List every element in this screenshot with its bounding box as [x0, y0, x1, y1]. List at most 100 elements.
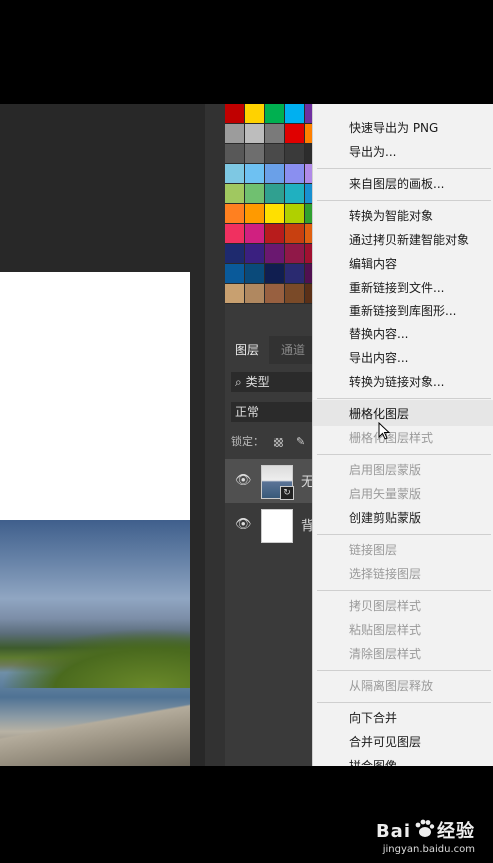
watermark-brand: Bai: [375, 820, 411, 842]
search-icon: ⌕: [235, 375, 242, 389]
color-swatch[interactable]: [285, 124, 305, 144]
layer-filter-kind[interactable]: ⌕ 类型: [231, 372, 325, 392]
menu-item-link-layers[interactable]: 链接图层: [349, 540, 397, 560]
color-swatch[interactable]: [245, 224, 265, 244]
layer-filter-label: 类型: [245, 375, 270, 389]
menu-item-create-clipping-mask[interactable]: 创建剪贴蒙版: [349, 508, 421, 528]
menu-separator: [317, 702, 491, 703]
document-canvas-white: [0, 272, 190, 520]
menu-item-release-from-isolation[interactable]: 从隔离图层释放: [349, 676, 433, 696]
color-swatch[interactable]: [225, 204, 245, 224]
canvas-area[interactable]: [0, 104, 205, 766]
menu-item-enable-vector-mask[interactable]: 启用矢量蒙版: [349, 484, 421, 504]
photo-shore: [0, 696, 190, 766]
menu-item-clear-layer-style[interactable]: 清除图层样式: [349, 644, 421, 664]
menu-item-rasterize-layer-style[interactable]: 栅格化图层样式: [349, 428, 433, 448]
baidu-jingyan-watermark: Bai 经验 jingyan.baidu.com: [375, 817, 475, 855]
color-swatch[interactable]: [265, 264, 285, 284]
color-swatch[interactable]: [285, 104, 305, 124]
layer-thumbnail: ↻: [261, 465, 294, 500]
menu-item-flatten-image[interactable]: 拼合图像: [349, 756, 397, 766]
layer-thumbnail: [261, 509, 293, 543]
color-swatch[interactable]: [245, 284, 265, 304]
tab-layers[interactable]: 图层: [225, 336, 270, 364]
color-swatch[interactable]: [245, 104, 265, 124]
menu-separator: [317, 534, 491, 535]
menu-separator: [317, 590, 491, 591]
menu-item-copy-layer-style[interactable]: 拷贝图层样式: [349, 596, 421, 616]
color-swatch[interactable]: [265, 184, 285, 204]
lock-label: 锁定：: [231, 435, 264, 448]
color-swatch[interactable]: [265, 244, 285, 264]
color-swatch[interactable]: [285, 284, 305, 304]
color-swatch[interactable]: [225, 144, 245, 164]
lock-transparent-pixels-icon[interactable]: [273, 437, 283, 447]
panel-separator: [205, 104, 225, 766]
menu-item-relink-to-library-graphic[interactable]: 重新链接到库图形...: [349, 301, 456, 321]
photoshop-screen: 图层 通道 ⌕ 类型 正常 锁定： ✎ 👁 ↻ 无 👁 背 快速导出为 PNG …: [0, 104, 493, 766]
color-swatch[interactable]: [225, 124, 245, 144]
menu-item-merge-down[interactable]: 向下合并: [349, 708, 397, 728]
paw-icon: [413, 819, 435, 844]
menu-item-edit-contents[interactable]: 编辑内容: [349, 254, 397, 274]
eye-icon[interactable]: 👁: [235, 473, 252, 488]
menu-item-merge-visible[interactable]: 合并可见图层: [349, 732, 421, 752]
color-swatch[interactable]: [285, 164, 305, 184]
color-swatch[interactable]: [285, 144, 305, 164]
color-swatch[interactable]: [245, 124, 265, 144]
photo-hill: [0, 628, 190, 688]
menu-separator: [317, 454, 491, 455]
color-swatch[interactable]: [285, 204, 305, 224]
color-swatch[interactable]: [285, 184, 305, 204]
menu-item-rasterize-layer[interactable]: 栅格化图层: [349, 404, 409, 424]
color-swatch[interactable]: [225, 224, 245, 244]
menu-item-artboard-from-layers[interactable]: 来自图层的画板...: [349, 174, 444, 194]
color-swatch[interactable]: [265, 124, 285, 144]
swatches-panel[interactable]: [225, 104, 325, 304]
color-swatch[interactable]: [225, 264, 245, 284]
color-swatch[interactable]: [265, 224, 285, 244]
lock-brush-icon[interactable]: ✎: [296, 435, 305, 448]
color-swatch[interactable]: [265, 204, 285, 224]
color-swatch[interactable]: [285, 264, 305, 284]
layer-context-menu: 快速导出为 PNG 导出为... 来自图层的画板... 转换为智能对象 通过拷贝…: [312, 104, 493, 766]
color-swatch[interactable]: [225, 184, 245, 204]
color-swatch[interactable]: [225, 104, 245, 124]
color-swatch[interactable]: [245, 204, 265, 224]
color-swatch[interactable]: [225, 244, 245, 264]
color-swatch[interactable]: [245, 244, 265, 264]
blend-mode-select[interactable]: 正常: [231, 402, 325, 422]
menu-item-select-linked-layers[interactable]: 选择链接图层: [349, 564, 421, 584]
color-swatch[interactable]: [225, 164, 245, 184]
color-swatch[interactable]: [245, 164, 265, 184]
menu-item-convert-to-smart-object[interactable]: 转换为智能对象: [349, 206, 433, 226]
menu-separator: [317, 200, 491, 201]
menu-item-relink-to-file[interactable]: 重新链接到文件...: [349, 278, 444, 298]
menu-item-paste-layer-style[interactable]: 粘贴图层样式: [349, 620, 421, 640]
watermark-suffix: 经验: [437, 820, 475, 842]
smart-object-icon: ↻: [280, 486, 294, 500]
menu-separator: [317, 670, 491, 671]
menu-item-export-contents[interactable]: 导出内容...: [349, 348, 408, 368]
color-swatch[interactable]: [285, 224, 305, 244]
menu-separator: [317, 168, 491, 169]
menu-item-enable-layer-mask[interactable]: 启用图层蒙版: [349, 460, 421, 480]
menu-item-convert-to-linked[interactable]: 转换为链接对象...: [349, 372, 444, 392]
menu-separator: [317, 398, 491, 399]
eye-icon[interactable]: 👁: [235, 517, 252, 532]
menu-item-replace-contents[interactable]: 替换内容...: [349, 324, 408, 344]
menu-item-new-smart-object-via-copy[interactable]: 通过拷贝新建智能对象: [349, 230, 469, 250]
menu-item-quick-export-png[interactable]: 快速导出为 PNG: [349, 118, 438, 138]
color-swatch[interactable]: [265, 104, 285, 124]
color-swatch[interactable]: [225, 284, 245, 304]
color-swatch[interactable]: [265, 284, 285, 304]
watermark-site: jingyan.baidu.com: [382, 844, 475, 855]
tab-channels[interactable]: 通道: [271, 336, 315, 364]
color-swatch[interactable]: [285, 244, 305, 264]
color-swatch[interactable]: [245, 184, 265, 204]
menu-item-export-as[interactable]: 导出为...: [349, 142, 396, 162]
color-swatch[interactable]: [245, 144, 265, 164]
color-swatch[interactable]: [245, 264, 265, 284]
color-swatch[interactable]: [265, 144, 285, 164]
color-swatch[interactable]: [265, 164, 285, 184]
